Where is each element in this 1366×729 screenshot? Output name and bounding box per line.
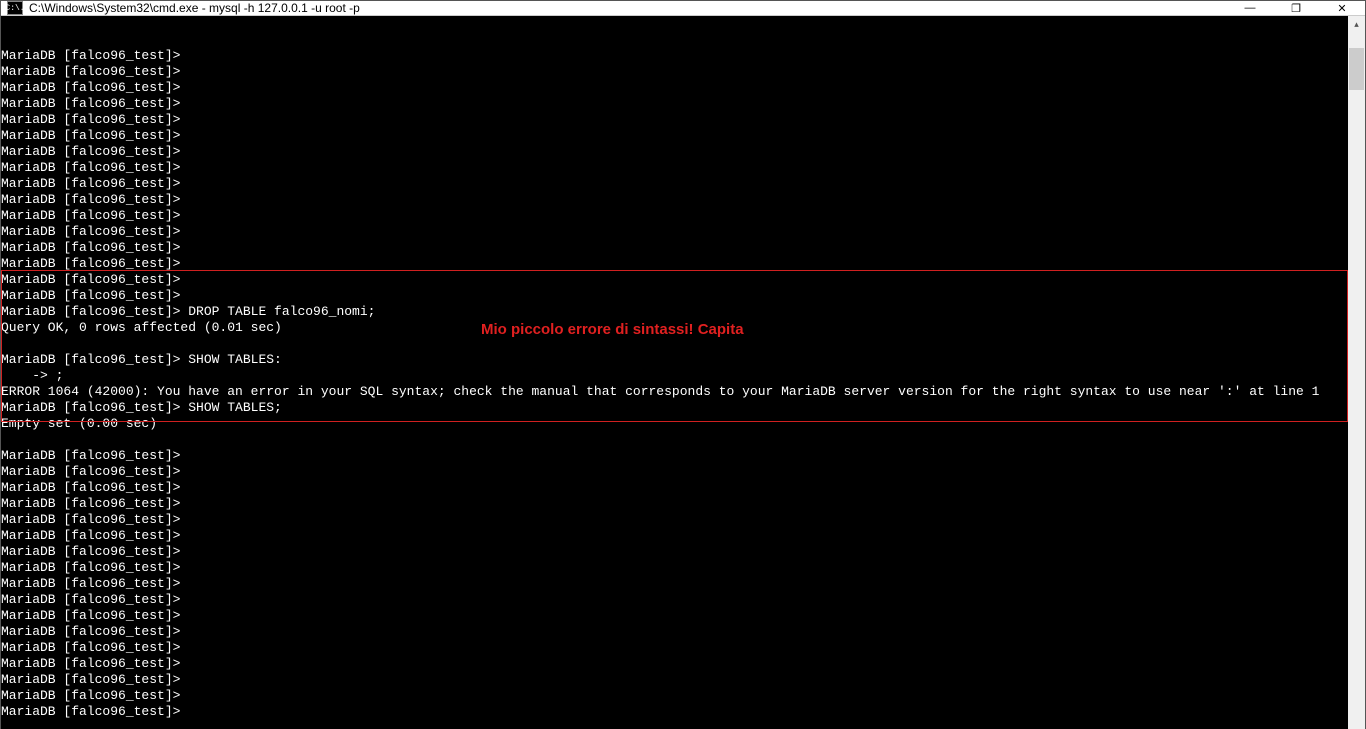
terminal-output[interactable]: MariaDB [falco96_test]> MariaDB [falco96… — [1, 16, 1348, 729]
scroll-up-arrow[interactable]: ▴ — [1348, 16, 1365, 33]
body-area: MariaDB [falco96_test]> MariaDB [falco96… — [1, 16, 1365, 729]
scroll-thumb[interactable] — [1349, 48, 1364, 90]
cmd-icon: C:\. — [7, 1, 23, 15]
minimize-button[interactable]: — — [1227, 1, 1273, 15]
window-title: C:\Windows\System32\cmd.exe - mysql -h 1… — [29, 1, 1227, 15]
titlebar[interactable]: C:\. C:\Windows\System32\cmd.exe - mysql… — [1, 1, 1365, 16]
close-button[interactable]: ✕ — [1319, 1, 1365, 15]
vertical-scrollbar[interactable]: ▴ ▾ — [1348, 16, 1365, 729]
window-controls: — ❐ ✕ — [1227, 1, 1365, 15]
cmd-window: C:\. C:\Windows\System32\cmd.exe - mysql… — [0, 0, 1366, 729]
terminal-text: MariaDB [falco96_test]> MariaDB [falco96… — [1, 48, 1348, 720]
maximize-button[interactable]: ❐ — [1273, 1, 1319, 15]
